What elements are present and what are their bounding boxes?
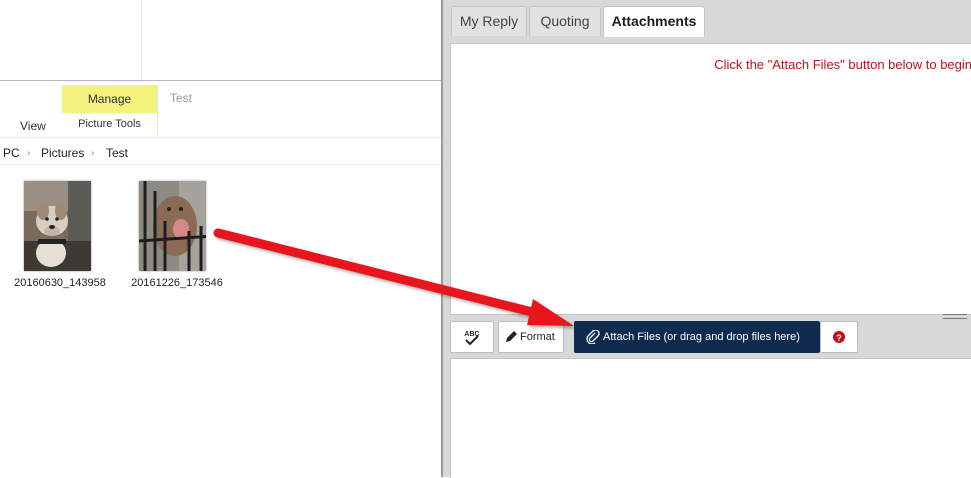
svg-text:?: ? — [836, 333, 842, 343]
file-explorer-window: View Manage Picture Tools Test PC › Pict… — [0, 0, 442, 477]
editor-toolbar: ABC Format Attach Files (or drag and dro… — [450, 321, 971, 353]
breadcrumb-item-pictures[interactable]: Pictures — [41, 146, 84, 160]
picture-tools-label: Picture Tools — [78, 118, 141, 130]
help-button[interactable]: ? — [820, 321, 858, 353]
abc-spellcheck-icon: ABC — [464, 331, 480, 346]
reply-editor[interactable] — [450, 358, 971, 478]
attach-files-button[interactable]: Attach Files (or drag and drop files her… — [574, 321, 820, 353]
attach-instruction: Click the "Attach Files" button below to… — [714, 57, 971, 72]
file-thumbnail[interactable] — [24, 181, 91, 271]
picture-tools-group: Manage Picture Tools — [62, 85, 158, 136]
paperclip-icon — [586, 330, 600, 344]
format-button[interactable]: Format — [498, 321, 564, 353]
explorer-top-area — [0, 0, 442, 80]
tab-view[interactable]: View — [20, 119, 46, 133]
attach-files-label: Attach Files (or drag and drop files her… — [603, 331, 800, 343]
breadcrumb[interactable]: PC › Pictures › Test — [0, 142, 442, 165]
resize-handle[interactable] — [943, 314, 967, 319]
breadcrumb-item-pc[interactable]: PC — [3, 146, 20, 160]
pencil-icon — [506, 331, 517, 342]
tab-my-reply[interactable]: My Reply — [451, 6, 527, 36]
spellcheck-button[interactable]: ABC — [450, 321, 494, 353]
file-thumbnail[interactable] — [139, 181, 206, 271]
breadcrumb-item-test[interactable]: Test — [106, 146, 128, 160]
pane-divider — [141, 0, 142, 80]
tab-manage[interactable]: Manage — [62, 85, 157, 113]
dog-photo-thumbnail-icon — [139, 181, 206, 271]
attachments-drop-area[interactable]: Click the "Attach Files" button below to… — [450, 43, 971, 315]
file-name[interactable]: 20160630_143958 — [5, 277, 115, 289]
chevron-right-icon: › — [91, 148, 95, 159]
ribbon: View Manage Picture Tools Test — [0, 80, 442, 138]
file-name[interactable]: 20161226_173546 — [122, 277, 232, 289]
window-title-test: Test — [170, 91, 193, 105]
reply-panel: My Reply Quoting Attachments Click the "… — [441, 0, 971, 478]
tab-quoting[interactable]: Quoting — [529, 6, 601, 36]
dog-photo-thumbnail-icon — [24, 181, 91, 271]
question-circle-icon: ? — [833, 331, 845, 343]
tab-attachments[interactable]: Attachments — [603, 6, 705, 37]
chevron-right-icon: › — [27, 148, 31, 159]
format-label: Format — [520, 331, 555, 343]
